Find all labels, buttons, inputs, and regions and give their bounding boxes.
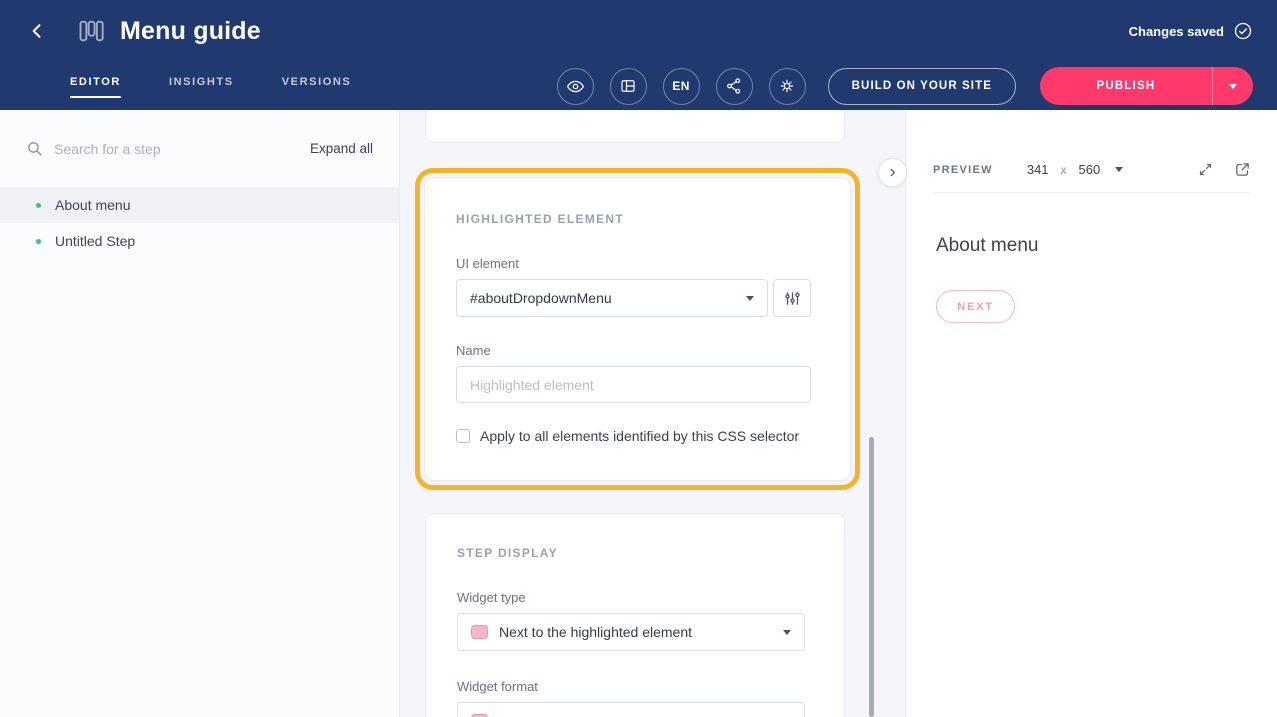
share-button[interactable] <box>716 68 753 105</box>
widget-format-label: Widget format <box>457 679 805 694</box>
publish-button[interactable]: PUBLISH <box>1040 67 1212 105</box>
section-title: STEP DISPLAY <box>457 546 805 560</box>
chevron-left-icon <box>27 21 47 41</box>
tab-insights[interactable]: INSIGHTS <box>169 70 234 102</box>
chevron-down-icon <box>1229 84 1237 89</box>
widget-type-value: Next to the highlighted element <box>499 624 692 640</box>
highlight-ring: HIGHLIGHTED ELEMENT UI element #aboutDro… <box>415 168 860 490</box>
preview-eye-button[interactable] <box>557 68 594 105</box>
step-display-card: STEP DISPLAY Widget type Next to the hig… <box>425 513 845 717</box>
navbar-title-row: Menu guide Changes saved <box>24 0 1253 62</box>
search-input[interactable] <box>54 141 299 157</box>
layout-button[interactable] <box>610 68 647 105</box>
widget-type-row: Next to the highlighted element <box>457 613 805 651</box>
preview-content: About menu NEXT <box>906 193 1277 323</box>
share-icon <box>725 77 743 95</box>
step-list-item-about-menu[interactable]: About menu <box>0 187 399 223</box>
section-title: HIGHLIGHTED ELEMENT <box>456 212 811 226</box>
changes-saved-status: Changes saved <box>1129 21 1253 41</box>
page-title: Menu guide <box>120 17 261 46</box>
widget-type-select[interactable]: Next to the highlighted element <box>457 613 805 651</box>
publish-button-group: PUBLISH <box>1040 67 1253 105</box>
settings-button[interactable] <box>769 68 806 105</box>
check-circle-icon <box>1233 21 1253 41</box>
layout-grid-icon <box>619 77 637 95</box>
step-editor-canvas: HIGHLIGHTED ELEMENT UI element #aboutDro… <box>400 110 905 717</box>
changes-saved-label: Changes saved <box>1129 24 1224 39</box>
expand-all-button[interactable]: Expand all <box>310 141 373 156</box>
chevron-down-icon <box>1115 167 1123 172</box>
language-button[interactable]: EN <box>663 68 700 105</box>
highlighted-element-card: HIGHLIGHTED ELEMENT UI element #aboutDro… <box>424 177 851 481</box>
preview-next-button[interactable]: NEXT <box>936 290 1015 323</box>
apply-all-checkbox[interactable] <box>456 429 470 443</box>
element-selector-settings-button[interactable] <box>773 279 811 317</box>
name-label: Name <box>456 343 811 358</box>
app-logo-icon <box>76 17 106 45</box>
step-status-dot <box>36 203 41 208</box>
navbar-action-buttons: EN BUILD ON YOUR SITE PUBLISH <box>557 67 1253 105</box>
ui-element-label: UI element <box>456 256 811 271</box>
chevron-right-icon <box>885 165 900 180</box>
step-status-dot <box>36 239 41 244</box>
back-button[interactable] <box>24 18 50 44</box>
publish-dropdown-button[interactable] <box>1212 67 1253 105</box>
tab-editor[interactable]: EDITOR <box>70 70 121 102</box>
expand-preview-button[interactable] <box>1197 161 1214 178</box>
expand-arrows-icon <box>1197 161 1214 178</box>
widget-format-select[interactable] <box>457 702 805 717</box>
gear-icon <box>778 77 796 95</box>
preview-height-value: 560 <box>1079 162 1101 177</box>
widget-tooltip-icon <box>471 625 488 639</box>
navbar-actions-row: EDITOR INSIGHTS VERSIONS EN <box>24 62 1253 110</box>
top-navbar: Menu guide Changes saved EDITOR INSIGHTS… <box>0 0 1277 110</box>
preview-width-value: 341 <box>1027 162 1049 177</box>
editor-tabs: EDITOR INSIGHTS VERSIONS <box>70 70 351 102</box>
tab-versions[interactable]: VERSIONS <box>282 70 352 102</box>
steps-sidebar: Expand all About menu Untitled Step <box>0 110 400 717</box>
editor-scrollbar[interactable] <box>869 437 874 717</box>
step-item-label: Untitled Step <box>55 233 135 249</box>
eye-icon <box>566 77 585 96</box>
search-icon <box>26 140 43 157</box>
preview-panel: PREVIEW 341 x 560 <box>905 110 1277 717</box>
preview-header-icons <box>1197 161 1251 178</box>
preview-step-title: About menu <box>936 235 1277 257</box>
highlighted-element-name-input[interactable] <box>456 366 811 403</box>
widget-type-label: Widget type <box>457 590 805 605</box>
main-body: Expand all About menu Untitled Step HIGH… <box>0 110 1277 717</box>
ui-element-row: #aboutDropdownMenu <box>456 279 811 317</box>
collapse-panel-button[interactable] <box>878 158 907 187</box>
external-link-icon <box>1234 161 1251 178</box>
widget-format-row <box>457 702 805 717</box>
previous-settings-card <box>425 110 845 143</box>
apply-all-label: Apply to all elements identified by this… <box>480 428 799 444</box>
dimension-separator: x <box>1061 163 1067 177</box>
step-search-row: Expand all <box>0 110 399 173</box>
preview-header: PREVIEW 341 x 560 <box>933 147 1251 193</box>
apply-all-row: Apply to all elements identified by this… <box>456 428 811 444</box>
ui-element-value: #aboutDropdownMenu <box>470 290 612 306</box>
ui-element-select[interactable]: #aboutDropdownMenu <box>456 279 768 317</box>
build-on-your-site-button[interactable]: BUILD ON YOUR SITE <box>828 68 1016 105</box>
open-in-new-window-button[interactable] <box>1234 161 1251 178</box>
chevron-down-icon <box>746 296 754 301</box>
step-list-item-untitled-step[interactable]: Untitled Step <box>0 223 399 259</box>
preview-size-dropdown[interactable]: 341 x 560 <box>1027 162 1123 177</box>
sliders-icon <box>784 290 801 307</box>
step-item-label: About menu <box>55 197 131 213</box>
app-window: Menu guide Changes saved EDITOR INSIGHTS… <box>0 0 1277 717</box>
preview-panel-label: PREVIEW <box>933 164 993 176</box>
step-list: About menu Untitled Step <box>0 187 399 259</box>
chevron-down-icon <box>783 630 791 635</box>
